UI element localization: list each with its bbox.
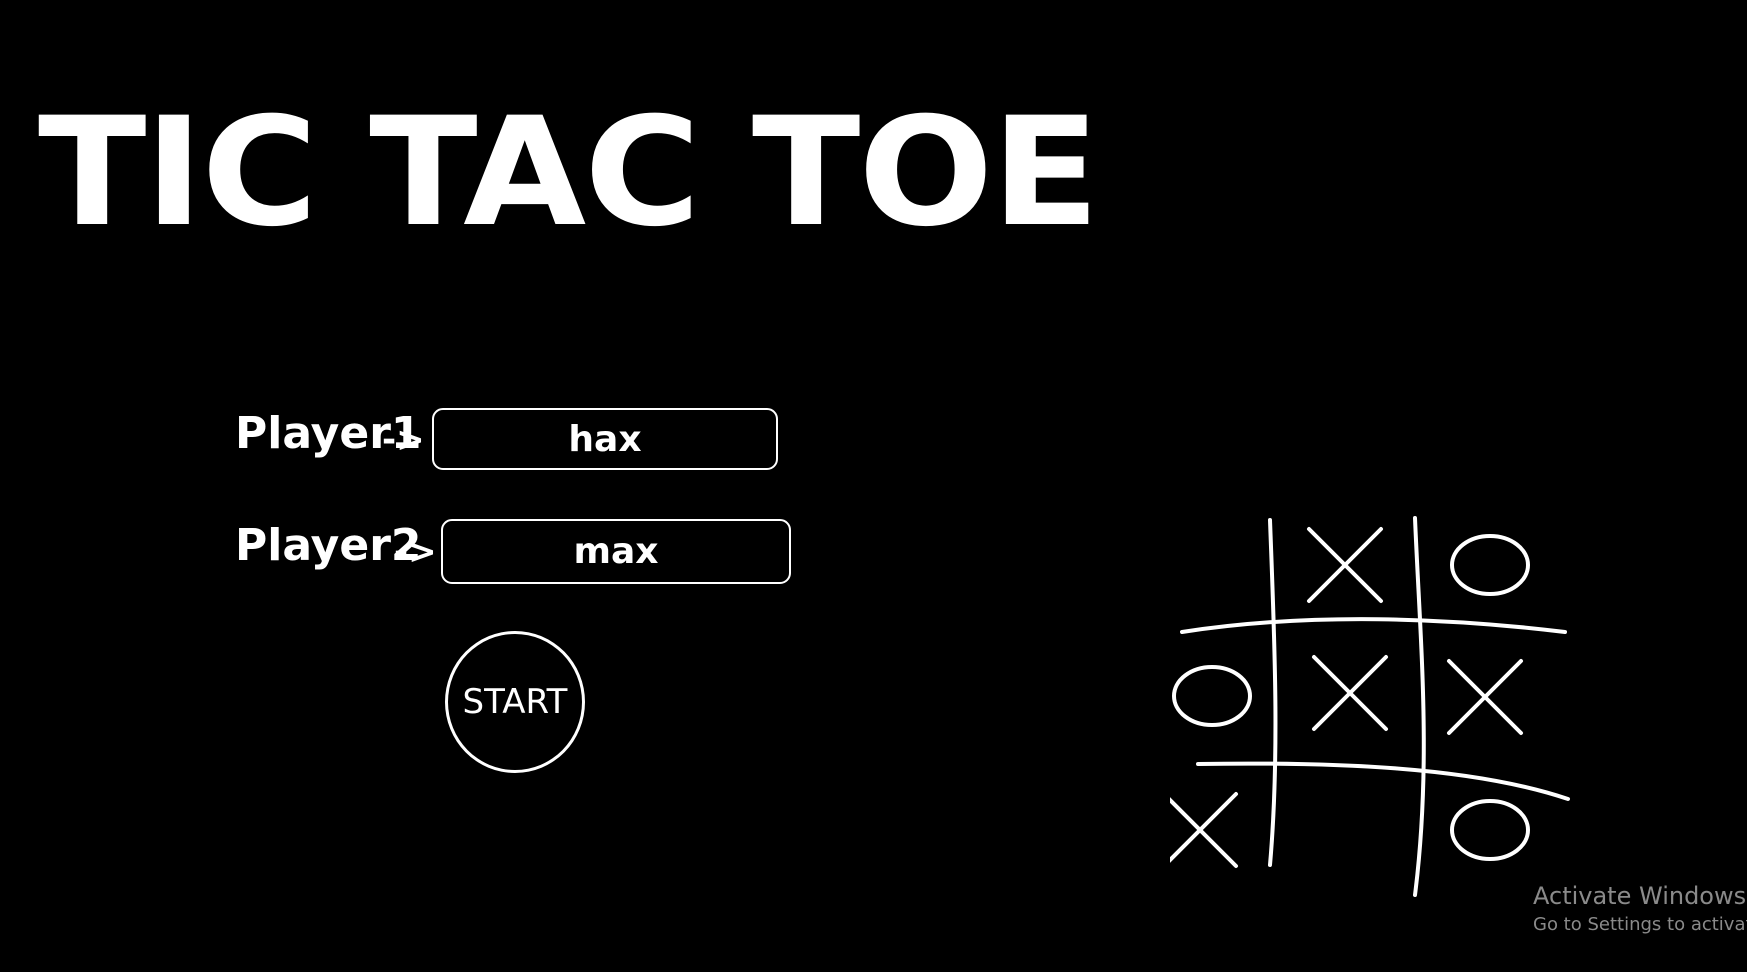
board-x-mark (1447, 659, 1523, 735)
windows-activation-watermark: Activate Windows Go to Settings to activ… (1533, 884, 1747, 934)
board-x-mark (1307, 527, 1383, 603)
board-o-mark (1450, 534, 1530, 596)
game-title: TIC TAC TOE (38, 86, 1100, 260)
grid-line-vertical-1 (1268, 518, 1278, 867)
watermark-title: Activate Windows (1533, 882, 1747, 910)
board-drawing (1170, 516, 1570, 897)
tic-tac-toe-board-illustration (1170, 510, 1580, 905)
player2-name-input[interactable] (441, 519, 791, 584)
watermark-subtitle: Go to Settings to activate W (1533, 914, 1747, 935)
board-o-mark (1172, 665, 1252, 727)
grid-line-vertical-2 (1413, 516, 1426, 897)
player1-arrow: -> (382, 420, 425, 460)
board-o-mark (1450, 799, 1530, 861)
board-x-mark (1170, 792, 1238, 868)
start-button[interactable]: START (445, 631, 585, 773)
player1-name-input[interactable] (432, 408, 778, 470)
player2-arrow: -> (394, 532, 437, 572)
grid-line-horizontal-1 (1180, 617, 1567, 634)
grid-line-horizontal-2 (1196, 761, 1570, 801)
board-x-mark (1312, 655, 1388, 731)
